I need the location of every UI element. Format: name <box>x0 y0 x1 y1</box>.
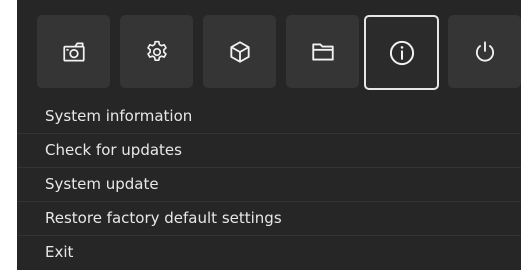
cube-icon <box>229 40 250 63</box>
menu-item-system-update[interactable]: System update <box>17 168 521 202</box>
menu-item-exit[interactable]: Exit <box>17 236 521 270</box>
settings-tile[interactable] <box>120 15 193 88</box>
info-tile[interactable] <box>364 15 439 90</box>
folder-tile[interactable] <box>286 15 359 88</box>
power-tile[interactable] <box>448 15 521 88</box>
gear-icon <box>146 40 167 61</box>
info-menu: System information Check for updates Sys… <box>17 100 521 270</box>
camera-tile[interactable] <box>37 15 110 88</box>
settings-panel: System information Check for updates Sys… <box>17 0 521 270</box>
info-icon <box>389 40 414 65</box>
menu-item-system-information[interactable]: System information <box>17 100 521 134</box>
folder-icon <box>311 42 334 61</box>
cube-tile[interactable] <box>203 15 276 88</box>
menu-item-check-for-updates[interactable]: Check for updates <box>17 134 521 168</box>
menu-item-restore-factory-defaults[interactable]: Restore factory default settings <box>17 202 521 236</box>
camera-icon <box>62 41 85 62</box>
power-icon <box>475 40 494 62</box>
